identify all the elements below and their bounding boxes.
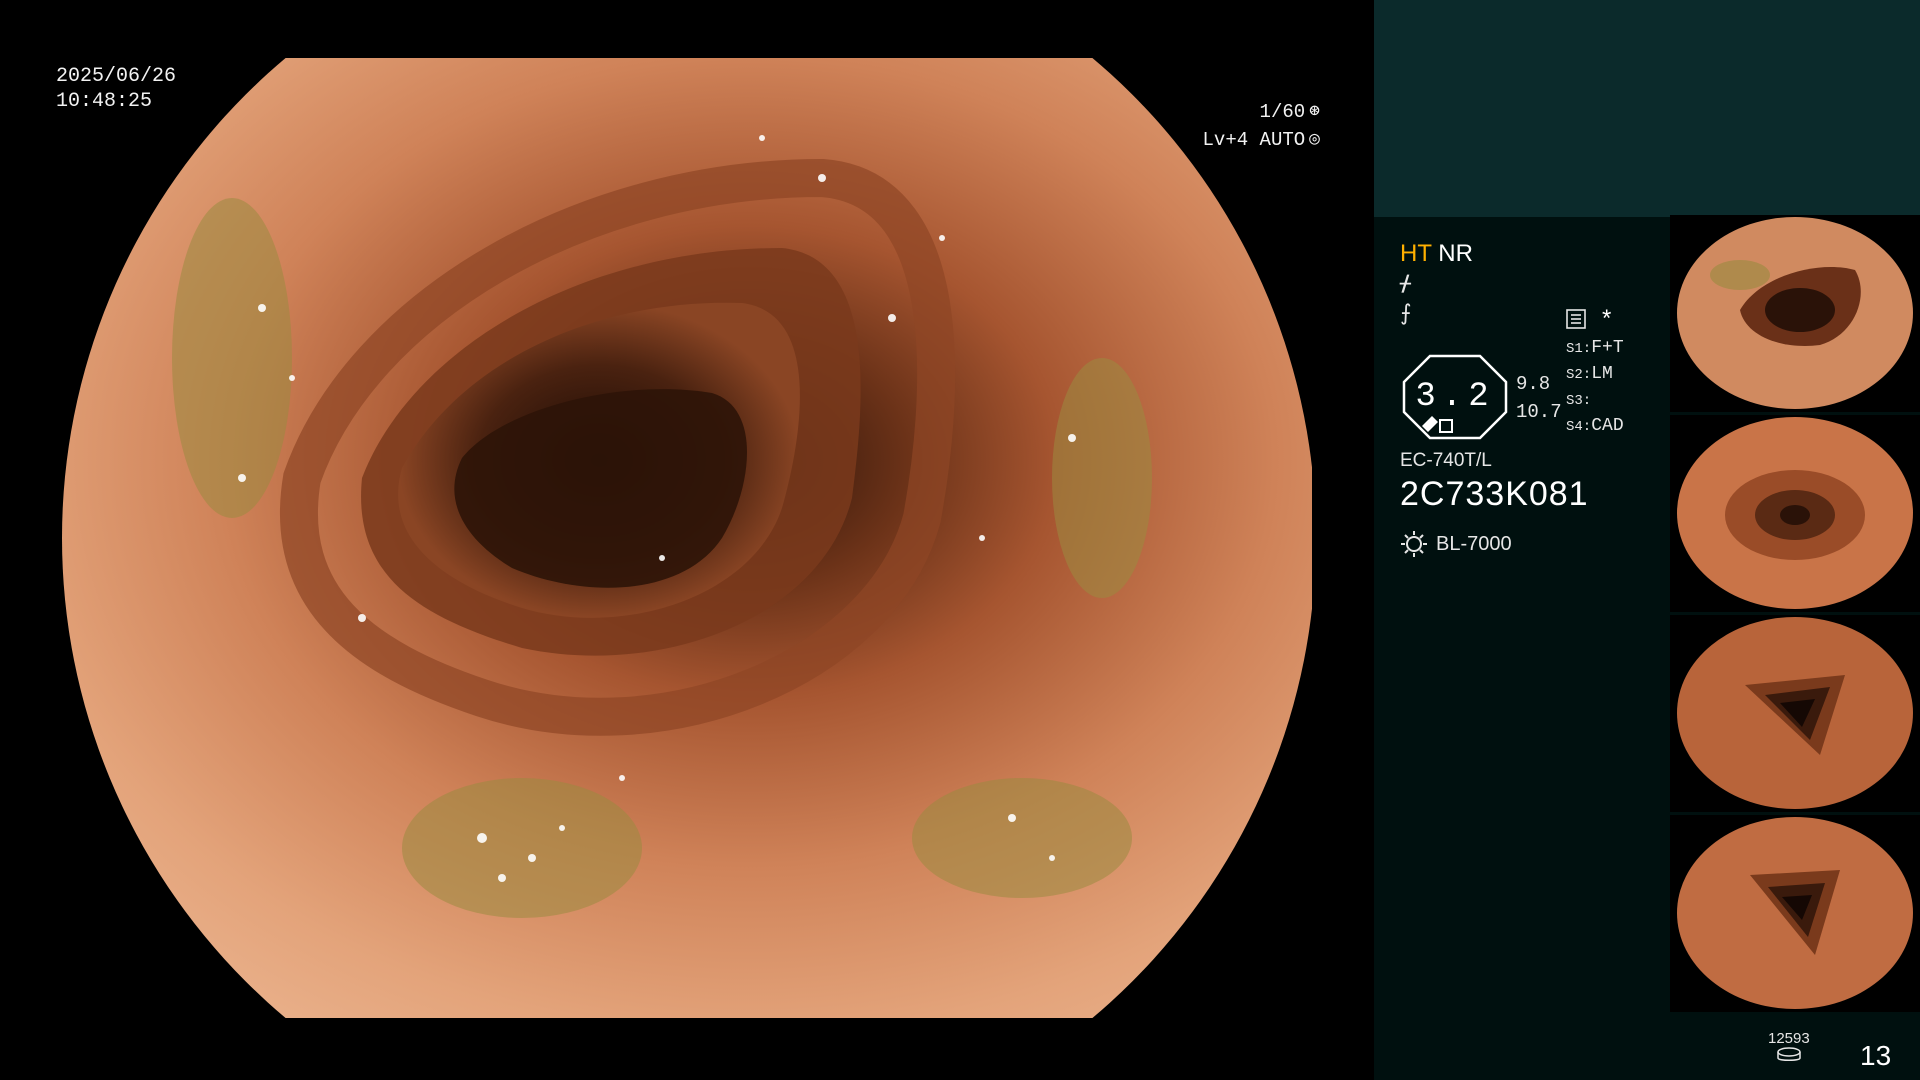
menu-item-s2: S2:LM	[1566, 364, 1613, 384]
thumbnail-image	[1677, 817, 1913, 1009]
captured-thumbnails	[1670, 215, 1920, 1015]
light-source-text: BL-7000	[1436, 532, 1512, 555]
color-mode-icon: ⨍	[1400, 300, 1412, 325]
scope-serial: 2C733K081	[1400, 475, 1589, 513]
gauge-readouts: 9.8 10.7	[1516, 370, 1562, 426]
structure-enhance-icon: ᚋ	[1400, 270, 1411, 295]
thumbnail-image	[1677, 217, 1913, 409]
level-text: Lv+4 AUTO	[1202, 129, 1306, 151]
thumbnail-4[interactable]	[1670, 815, 1920, 1012]
aperture-icon: ⊛	[1309, 102, 1320, 122]
thumbnail-image	[1677, 617, 1913, 809]
storage-counter: 12593	[1768, 1030, 1810, 1067]
readout-bottom: 10.7	[1516, 401, 1562, 423]
iris-icon: ◎	[1309, 130, 1320, 150]
menu-list-icon	[1566, 309, 1586, 329]
gauge-value: 3.2	[1415, 378, 1495, 416]
scope-switch-menu: S1:F+T S2:LM S3: S4:CAD	[1566, 336, 1624, 440]
shutter-text: 1/60	[1259, 101, 1306, 123]
exposure-readout: 1/60 ⊛ Lv+4 AUTO ◎	[1020, 98, 1320, 154]
light-bulb-icon	[1401, 531, 1427, 557]
menu-item-s3: S3:	[1566, 393, 1592, 409]
asterisk-mark: *	[1602, 305, 1612, 332]
date-text: 2025/06/26	[56, 65, 177, 88]
image-count: 13	[1860, 1040, 1892, 1071]
menu-icons: *	[1566, 305, 1611, 333]
status-panel: HT NR ᚋ ⨍ 3.2 9.8 10.7 * S1:F+T S2:LM S3…	[1374, 0, 1920, 1080]
menu-item-s1: S1:F+T	[1566, 338, 1624, 358]
readout-top: 9.8	[1516, 373, 1551, 395]
thumbnail-3[interactable]	[1670, 615, 1920, 812]
counter-value: 12593	[1768, 1030, 1810, 1047]
gauge-badge: 3.2	[1400, 352, 1510, 442]
menu-item-s4: S4:CAD	[1566, 416, 1624, 436]
mode-ht: HT	[1400, 240, 1432, 267]
endoscopic-image	[62, 58, 1312, 1018]
scope-model: EC-740T/L	[1400, 450, 1492, 471]
colon-lumen-image	[62, 58, 1312, 1018]
light-source: BL-7000	[1400, 530, 1512, 558]
mode-nr: NR	[1438, 240, 1473, 267]
thumbnail-2[interactable]	[1670, 415, 1920, 612]
timestamp: 2025/06/26 10:48:25	[56, 64, 176, 114]
thumbnail-image	[1677, 417, 1913, 609]
time-text: 10:48:25	[56, 90, 153, 113]
panel-header-area	[1374, 0, 1920, 217]
storage-disk-icon	[1777, 1047, 1801, 1061]
processing-mode: HT NR	[1400, 240, 1690, 268]
thumbnail-1[interactable]	[1670, 215, 1920, 412]
endoscope-view: 2025/06/26 10:48:25 1/60 ⊛ Lv+4 AUTO ◎	[0, 0, 1374, 1080]
